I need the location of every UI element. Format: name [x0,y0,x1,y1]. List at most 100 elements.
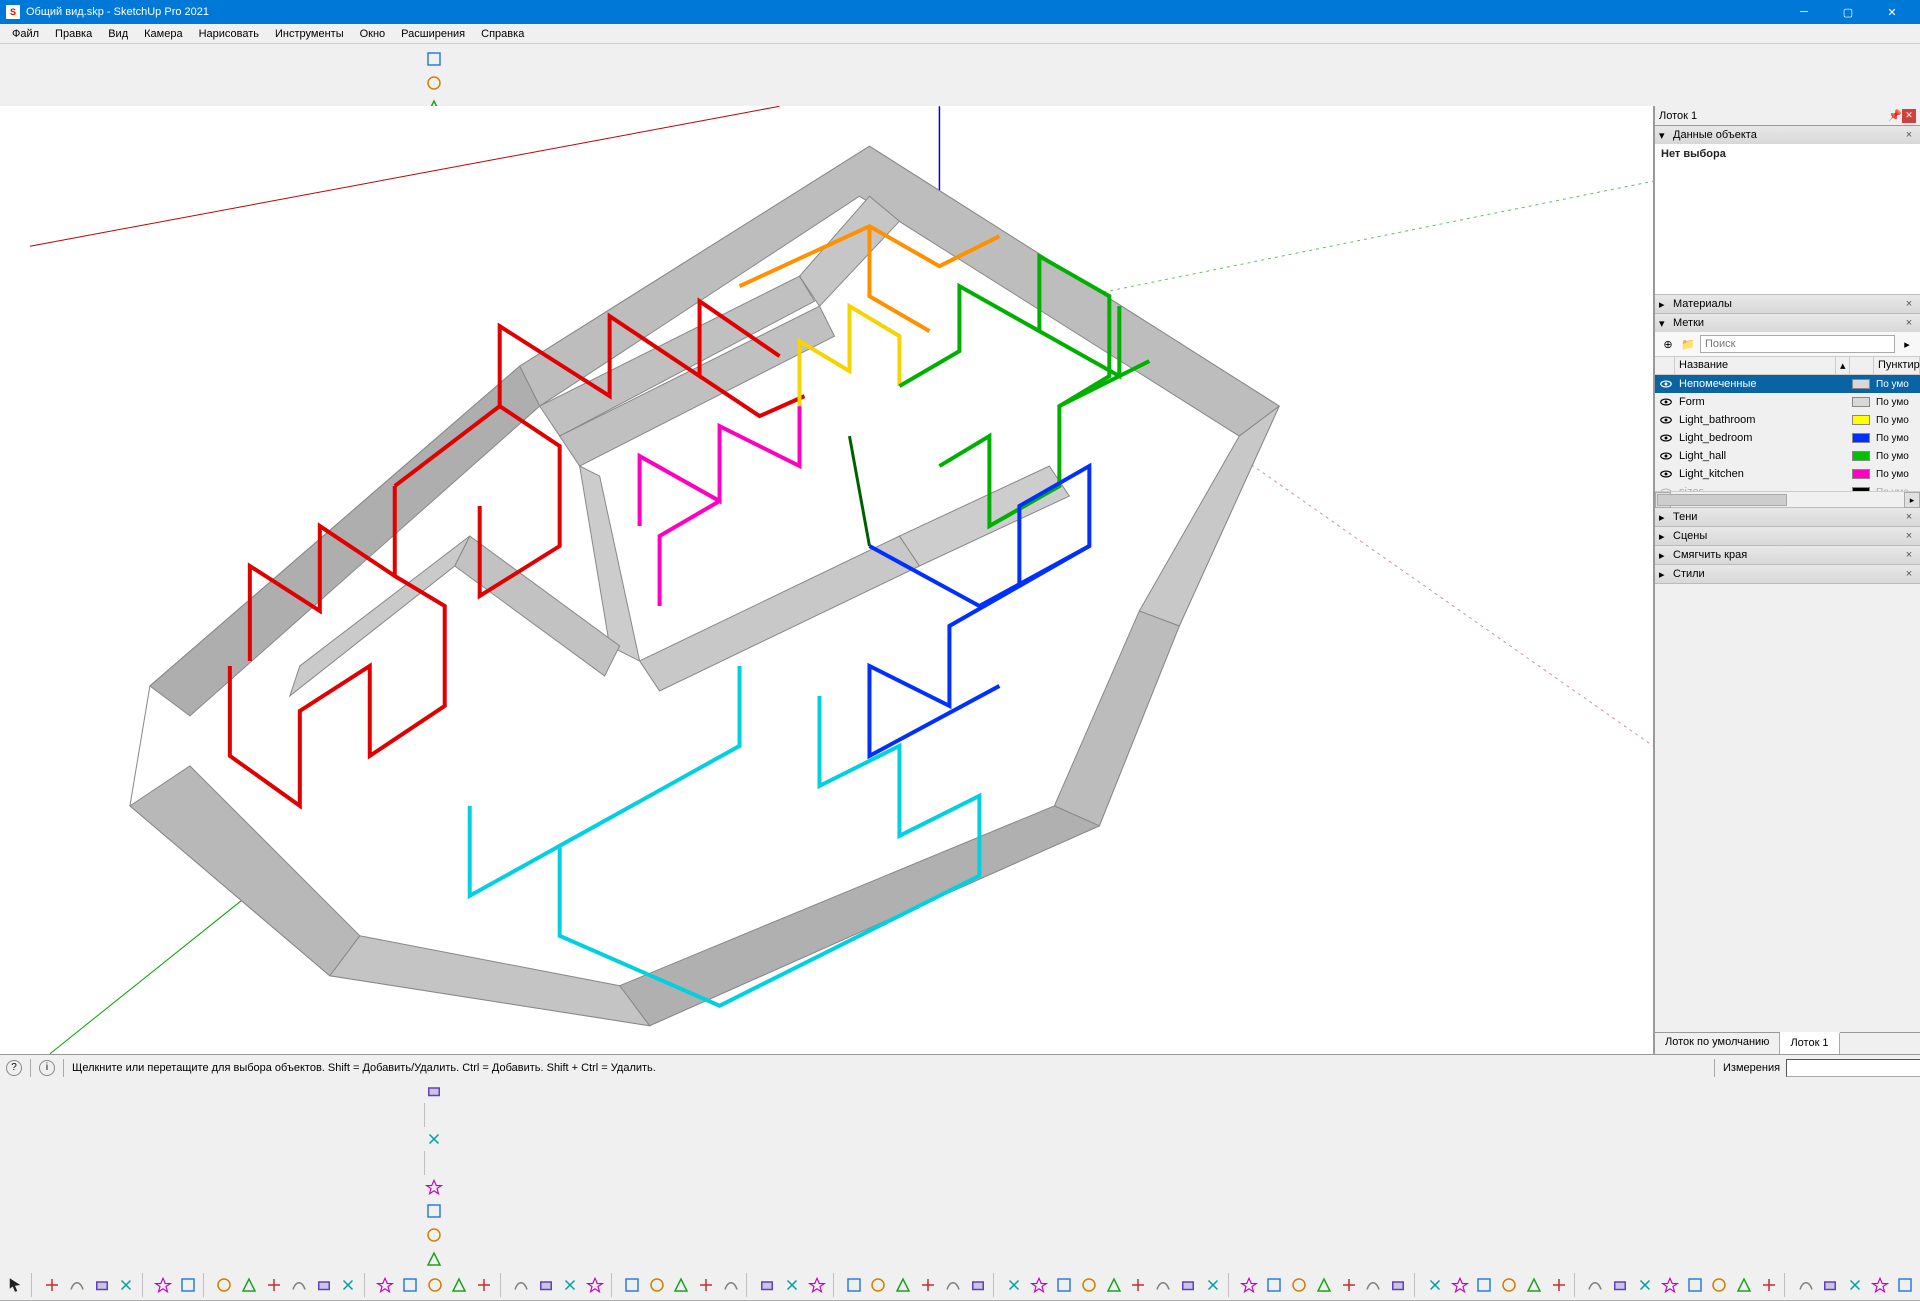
tray-tab[interactable]: Лоток 1 [1780,1032,1839,1054]
sandbox2-tool-0[interactable] [1003,1273,1026,1297]
draw-tool-1[interactable] [65,1273,88,1297]
tag-color-swatch[interactable] [1852,397,1870,407]
viewport-3d[interactable] [0,106,1654,1054]
panel-scenes[interactable]: ▸Сцены× [1655,527,1920,546]
edit-tool-1[interactable] [238,1273,261,1297]
scroll-right-icon[interactable]: ▸ [1904,492,1920,508]
component-tool-0[interactable] [1584,1273,1607,1297]
tag-hscroll[interactable]: ◂ ▸ [1655,491,1920,507]
advanced-tool-4[interactable] [1523,1273,1546,1297]
move-tool-2[interactable] [559,1273,582,1297]
sort-icon[interactable]: ▴ [1836,357,1850,374]
sandbox2-tool-3[interactable] [1077,1273,1100,1297]
dynamic-tool-2[interactable] [892,1273,915,1297]
component-tool-6[interactable] [1733,1273,1756,1297]
edit-tool-4[interactable] [312,1273,335,1297]
menu-камера[interactable]: Камера [136,26,190,42]
tag-row[interactable]: Light_bathroom По умо [1655,411,1920,429]
view-style-button-0[interactable] [422,47,446,71]
solid2-tool-2[interactable] [1288,1273,1311,1297]
location-button-0[interactable] [422,1127,446,1151]
visibility-icon[interactable] [1659,449,1673,463]
extra-tool-3[interactable] [1869,1273,1892,1297]
menu-вид[interactable]: Вид [100,26,136,42]
panel-header[interactable]: ▾ Данные объекта × [1655,126,1920,144]
tag-search-input[interactable] [1700,335,1895,353]
tag-pattern[interactable]: По умо [1876,451,1916,462]
tag-pattern[interactable]: По умо [1876,433,1916,444]
extra-tool-0[interactable] [1794,1273,1817,1297]
panel-header[interactable]: ▾Метки× [1655,314,1920,332]
view-tool-3[interactable] [695,1273,718,1297]
advanced-tool-0[interactable] [1423,1273,1446,1297]
solid2-tool-0[interactable] [1238,1273,1261,1297]
view-tool-2[interactable] [670,1273,693,1297]
extra-tool-2[interactable] [1844,1273,1867,1297]
sandbox2-tool-2[interactable] [1052,1273,1075,1297]
shape-tool-0[interactable] [152,1273,175,1297]
maximize-button[interactable]: ▢ [1826,0,1870,24]
move-tool-0[interactable] [509,1273,532,1297]
tag-color-swatch[interactable] [1852,415,1870,425]
construct-tool-2[interactable] [423,1273,446,1297]
menu-файл[interactable]: Файл [4,26,47,42]
move-tool-3[interactable] [584,1273,607,1297]
extra-tool-4[interactable] [1893,1273,1916,1297]
tag-row[interactable]: Light_hall По умо [1655,447,1920,465]
tag-pattern[interactable]: По умо [1876,469,1916,480]
view-tool-0[interactable] [620,1273,643,1297]
col-name[interactable]: Название [1675,357,1836,374]
measurements-input[interactable] [1786,1059,1920,1077]
tree-button-0[interactable] [422,1175,446,1199]
sandbox2-tool-7[interactable] [1177,1273,1200,1297]
visibility-icon[interactable] [1659,395,1673,409]
tag-row[interactable]: Непомеченные По умо [1655,375,1920,393]
sandbox-button-4[interactable] [422,1079,446,1103]
visibility-icon[interactable] [1659,377,1673,391]
draw-tool-2[interactable] [90,1273,113,1297]
edit-tool-2[interactable] [263,1273,286,1297]
tag-row[interactable]: sizes По умо [1655,483,1920,491]
visibility-icon[interactable] [1659,467,1673,481]
menu-справка[interactable]: Справка [473,26,532,42]
component-tool-3[interactable] [1658,1273,1681,1297]
sandbox2-tool-1[interactable] [1028,1273,1051,1297]
tree-button-2[interactable] [422,1223,446,1247]
sandbox2-tool-4[interactable] [1102,1273,1125,1297]
tray-tab[interactable]: Лоток по умолчанию [1655,1033,1780,1054]
tag-color-swatch[interactable] [1852,379,1870,389]
minimize-button[interactable]: ─ [1782,0,1826,24]
visibility-icon[interactable] [1659,413,1673,427]
menu-инструменты[interactable]: Инструменты [267,26,352,42]
view-style-button-1[interactable] [422,71,446,95]
tree-button-3[interactable] [422,1247,446,1271]
dynamic-tool-4[interactable] [942,1273,965,1297]
shape-tool-1[interactable] [176,1273,199,1297]
panel-soften[interactable]: ▸Смягчить края× [1655,546,1920,565]
panel-close-icon[interactable]: × [1902,549,1916,561]
tag-row[interactable]: Light_kitchen По умо [1655,465,1920,483]
panel-styles[interactable]: ▸Стили× [1655,565,1920,584]
model-canvas[interactable] [0,106,1653,1054]
construct-tool-4[interactable] [473,1273,496,1297]
component-tool-1[interactable] [1609,1273,1632,1297]
tag-color-swatch[interactable] [1852,469,1870,479]
component-tool-5[interactable] [1708,1273,1731,1297]
component-tool-4[interactable] [1683,1273,1706,1297]
component-tool-7[interactable] [1758,1273,1781,1297]
close-button[interactable]: ✕ [1870,0,1914,24]
tag-row[interactable]: Light_bedroom По умо [1655,429,1920,447]
edit-tool-3[interactable] [287,1273,310,1297]
tag-color-swatch[interactable] [1852,433,1870,443]
solid2-tool-4[interactable] [1337,1273,1360,1297]
view-tool-1[interactable] [645,1273,668,1297]
solid2-tool-5[interactable] [1362,1273,1385,1297]
visibility-icon[interactable] [1659,431,1673,445]
panel-close-icon[interactable]: × [1902,530,1916,542]
solid2-tool-3[interactable] [1312,1273,1335,1297]
panel-close-icon[interactable]: × [1902,511,1916,523]
tag-color-swatch[interactable] [1852,451,1870,461]
menu-правка[interactable]: Правка [47,26,100,42]
layer-tool-2[interactable] [806,1273,829,1297]
add-tag-icon[interactable]: ⊕ [1660,338,1676,351]
